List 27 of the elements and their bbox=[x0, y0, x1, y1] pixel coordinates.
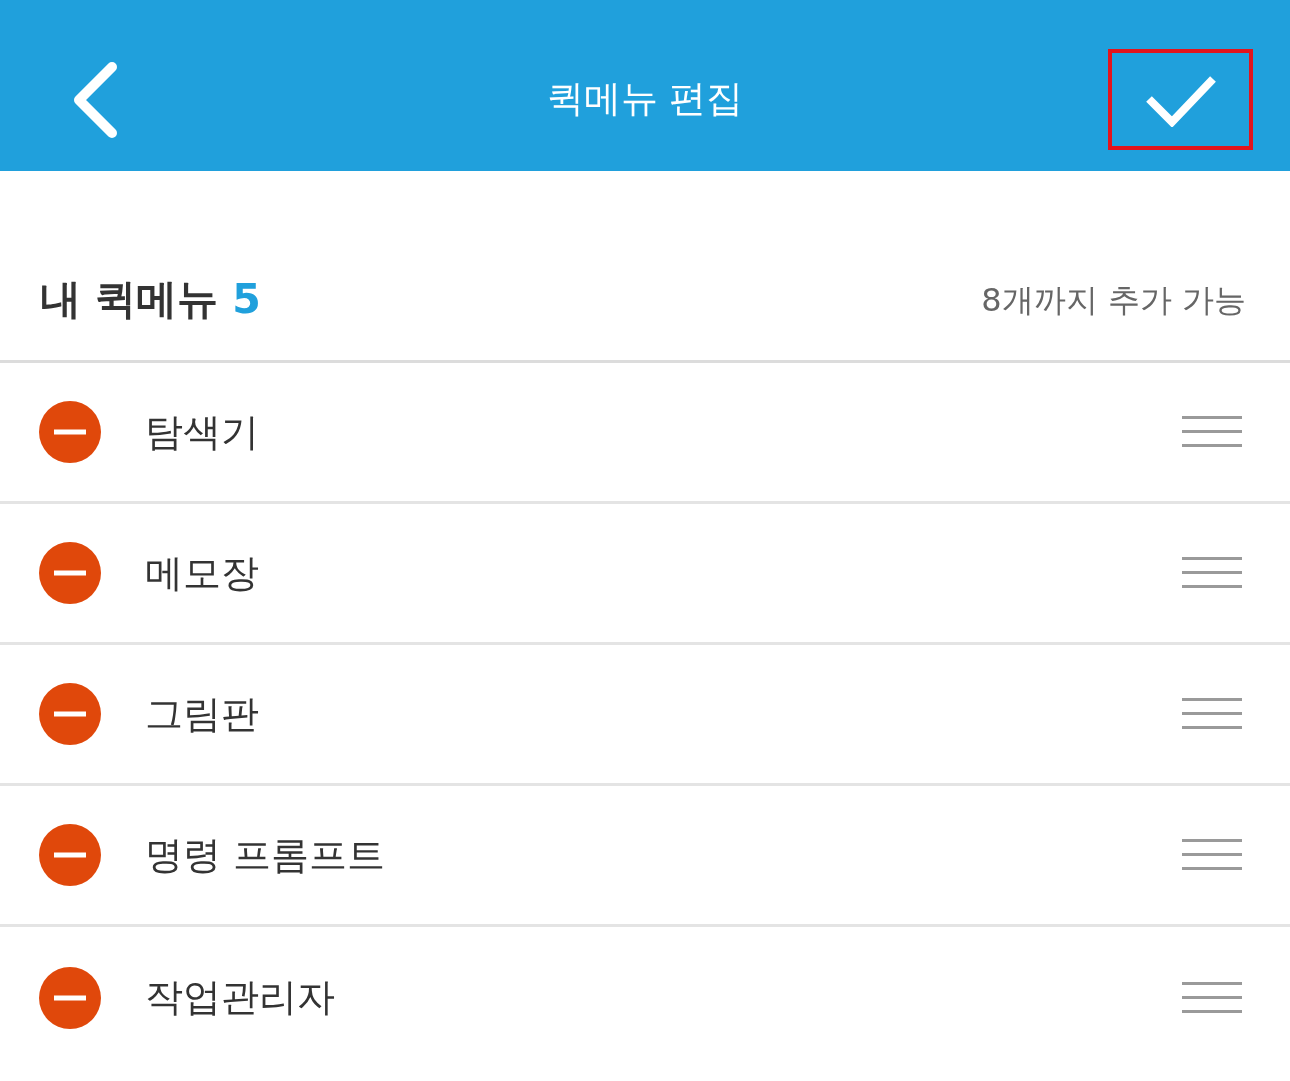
section-title: 내 퀵메뉴 bbox=[40, 274, 219, 326]
item-count: 5 bbox=[232, 274, 261, 326]
drag-handle-icon[interactable] bbox=[1182, 557, 1242, 589]
minus-circle-icon bbox=[39, 683, 101, 745]
drag-handle-icon[interactable] bbox=[1182, 416, 1242, 448]
remove-button[interactable] bbox=[39, 966, 101, 1029]
minus-circle-icon bbox=[39, 966, 101, 1029]
drag-handle-icon[interactable] bbox=[1182, 839, 1242, 871]
chevron-left-icon bbox=[72, 61, 118, 138]
remove-button[interactable] bbox=[39, 824, 101, 886]
remove-button[interactable] bbox=[39, 401, 101, 463]
menu-item-label: 탐색기 bbox=[145, 408, 260, 456]
menu-item-label: 명령 프롬프트 bbox=[145, 831, 387, 879]
minus-circle-icon bbox=[39, 824, 101, 886]
limit-note: 8개까지 추가 가능 bbox=[981, 280, 1246, 321]
remove-button[interactable] bbox=[39, 542, 101, 604]
menu-item-label: 그림판 bbox=[145, 690, 260, 738]
confirm-button[interactable] bbox=[1108, 49, 1253, 150]
menu-item-label: 작업관리자 bbox=[145, 974, 336, 1021]
minus-circle-icon bbox=[39, 542, 101, 604]
back-button[interactable] bbox=[72, 61, 118, 138]
drag-handle-icon[interactable] bbox=[1182, 698, 1242, 730]
drag-handle-icon[interactable] bbox=[1182, 981, 1242, 1014]
minus-circle-icon bbox=[39, 401, 101, 463]
menu-item-label: 메모장 bbox=[145, 549, 260, 597]
screen-title: 퀵메뉴 편집 bbox=[546, 77, 744, 122]
remove-button[interactable] bbox=[39, 683, 101, 745]
